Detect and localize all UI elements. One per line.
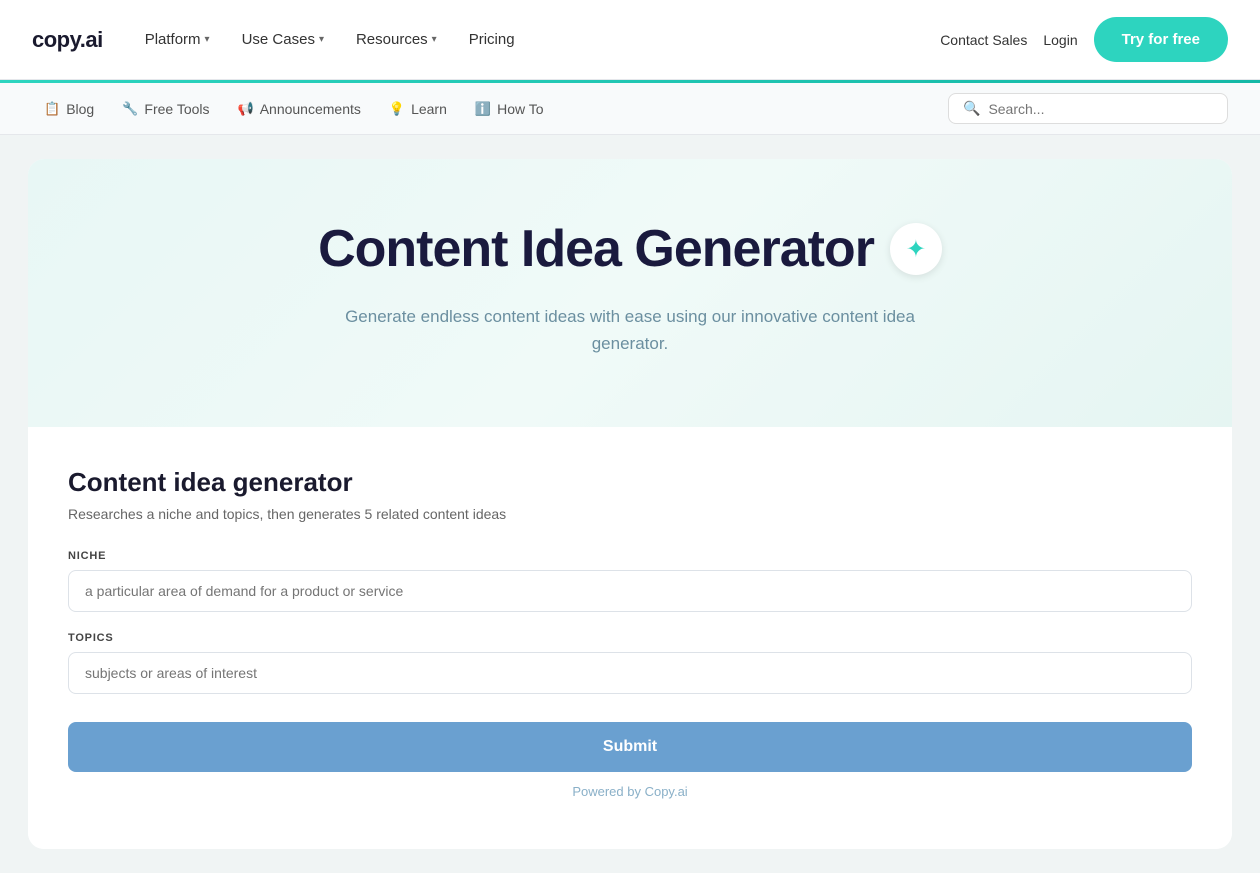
form-title: Content idea generator: [68, 467, 1192, 498]
hero-section: Content Idea Generator ✦ Generate endles…: [28, 159, 1232, 427]
main-wrapper: Content Idea Generator ✦ Generate endles…: [0, 135, 1260, 873]
sub-nav-learn[interactable]: 💡 Learn: [377, 95, 459, 123]
top-navigation: copy.ai Platform ▾ Use Cases ▾ Resources…: [0, 0, 1260, 80]
nav-item-platform[interactable]: Platform ▾: [131, 23, 224, 56]
nav-links: Platform ▾ Use Cases ▾ Resources ▾ Prici…: [131, 23, 529, 56]
nav-left: copy.ai Platform ▾ Use Cases ▾ Resources…: [32, 23, 529, 56]
sub-nav-blog[interactable]: 📋 Blog: [32, 95, 106, 123]
search-input[interactable]: [988, 101, 1213, 117]
sub-nav-announcements[interactable]: 📢 Announcements: [226, 95, 373, 123]
sub-nav-how-to[interactable]: ℹ️ How To: [463, 95, 556, 123]
nav-right: Contact Sales Login Try for free: [940, 17, 1228, 62]
sub-navigation: 📋 Blog 🔧 Free Tools 📢 Announcements 💡 Le…: [0, 83, 1260, 135]
sub-nav-links: 📋 Blog 🔧 Free Tools 📢 Announcements 💡 Le…: [32, 95, 556, 123]
form-subtitle: Researches a niche and topics, then gene…: [68, 506, 1192, 522]
logo[interactable]: copy.ai: [32, 27, 103, 53]
topics-label: TOPICS: [68, 632, 1192, 644]
niche-label: NICHE: [68, 550, 1192, 562]
sub-nav-free-tools[interactable]: 🔧 Free Tools: [110, 95, 221, 123]
nav-item-pricing[interactable]: Pricing: [455, 23, 529, 56]
chevron-down-icon: ▾: [432, 34, 437, 45]
search-bar[interactable]: 🔍: [948, 93, 1228, 124]
content-card: Content Idea Generator ✦ Generate endles…: [28, 159, 1232, 849]
powered-by-text: Powered by Copy.ai: [68, 784, 1192, 799]
chevron-down-icon: ▾: [319, 34, 324, 45]
chevron-down-icon: ▾: [205, 34, 210, 45]
learn-icon: 💡: [389, 101, 405, 117]
howto-icon: ℹ️: [475, 101, 491, 117]
hero-subtitle: Generate endless content ideas with ease…: [340, 303, 920, 357]
submit-button[interactable]: Submit: [68, 722, 1192, 772]
sparkle-icon-container: ✦: [890, 223, 942, 275]
form-section: Content idea generator Researches a nich…: [28, 427, 1232, 849]
blog-icon: 📋: [44, 101, 60, 117]
nav-item-resources[interactable]: Resources ▾: [342, 23, 451, 56]
niche-field-group: NICHE: [68, 550, 1192, 612]
login-button[interactable]: Login: [1043, 32, 1077, 48]
sparkle-icon: ✦: [906, 235, 926, 264]
contact-sales-link[interactable]: Contact Sales: [940, 32, 1027, 48]
search-icon: 🔍: [963, 100, 980, 117]
tools-icon: 🔧: [122, 101, 138, 117]
topics-input[interactable]: [68, 652, 1192, 694]
announcements-icon: 📢: [238, 101, 254, 117]
topics-field-group: TOPICS: [68, 632, 1192, 694]
hero-title-wrap: Content Idea Generator ✦: [68, 219, 1192, 279]
niche-input[interactable]: [68, 570, 1192, 612]
try-free-button[interactable]: Try for free: [1094, 17, 1228, 62]
nav-item-use-cases[interactable]: Use Cases ▾: [228, 23, 338, 56]
hero-title: Content Idea Generator: [318, 219, 874, 279]
